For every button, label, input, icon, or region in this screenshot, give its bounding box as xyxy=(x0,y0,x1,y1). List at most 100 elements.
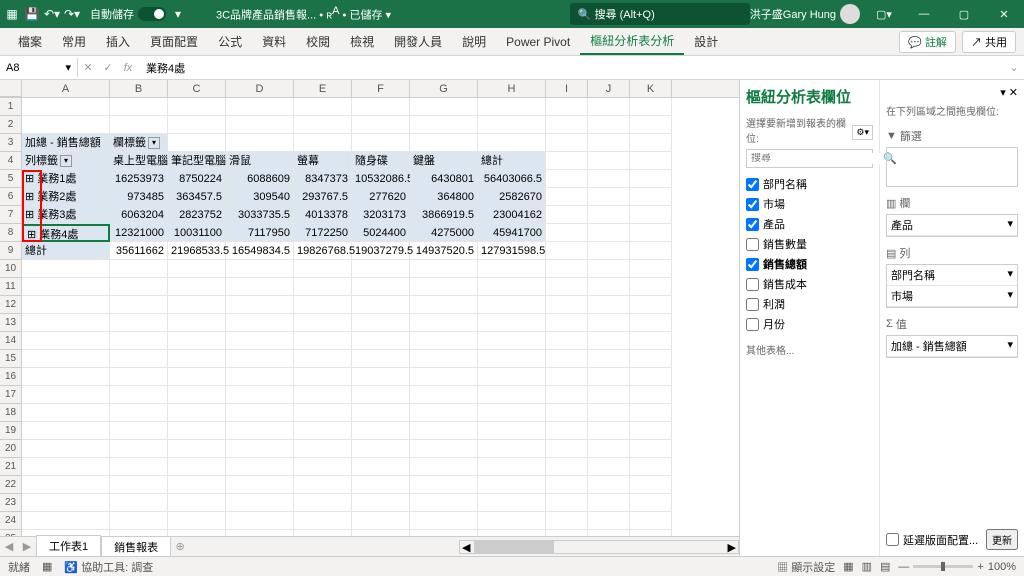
cell[interactable] xyxy=(226,404,294,422)
cell[interactable] xyxy=(630,224,672,242)
cell[interactable] xyxy=(630,512,672,530)
cell[interactable] xyxy=(588,206,630,224)
tab-home[interactable]: 常用 xyxy=(52,29,96,54)
cell[interactable]: 4013378 xyxy=(294,206,352,224)
cell[interactable] xyxy=(630,332,672,350)
cell[interactable] xyxy=(478,512,546,530)
cell[interactable] xyxy=(352,98,410,116)
cell[interactable] xyxy=(630,386,672,404)
cell[interactable] xyxy=(546,332,588,350)
cell[interactable] xyxy=(226,368,294,386)
cell[interactable] xyxy=(168,494,226,512)
cell[interactable] xyxy=(110,260,168,278)
cell[interactable] xyxy=(546,494,588,512)
cell[interactable] xyxy=(478,296,546,314)
cell[interactable] xyxy=(352,278,410,296)
cell[interactable] xyxy=(478,278,546,296)
cell[interactable]: 8347373 xyxy=(294,170,352,188)
cell[interactable] xyxy=(630,206,672,224)
cell[interactable] xyxy=(410,116,478,134)
cell[interactable] xyxy=(352,350,410,368)
cell[interactable] xyxy=(22,116,110,134)
undo-icon[interactable]: ↶▾ xyxy=(44,6,60,22)
cell[interactable] xyxy=(410,386,478,404)
cell[interactable] xyxy=(478,260,546,278)
cell[interactable] xyxy=(294,134,352,152)
cell[interactable]: 7117950 xyxy=(226,224,294,242)
view-normal-icon[interactable]: ▦ xyxy=(843,560,853,573)
cell[interactable] xyxy=(110,278,168,296)
cell[interactable] xyxy=(352,512,410,530)
cell[interactable] xyxy=(588,242,630,260)
cell[interactable] xyxy=(630,170,672,188)
tab-pivot-analyze[interactable]: 樞紐分析表分析 xyxy=(580,28,684,55)
cell[interactable]: 7172250 xyxy=(294,224,352,242)
tab-formulas[interactable]: 公式 xyxy=(208,29,252,54)
row-header[interactable]: 1 xyxy=(0,98,22,116)
cell[interactable] xyxy=(226,476,294,494)
cell[interactable]: 14937520.5 xyxy=(410,242,478,260)
cell[interactable] xyxy=(352,368,410,386)
cell[interactable] xyxy=(294,386,352,404)
cell[interactable] xyxy=(478,440,546,458)
cell[interactable] xyxy=(588,332,630,350)
values-area[interactable]: 加總 - 銷售總額▾ xyxy=(886,335,1018,358)
cell[interactable] xyxy=(410,404,478,422)
cell[interactable] xyxy=(226,116,294,134)
cell[interactable] xyxy=(630,440,672,458)
cell[interactable]: ⊞ 業務2處 xyxy=(22,188,110,206)
cell[interactable] xyxy=(22,404,110,422)
col-F[interactable]: F xyxy=(352,80,410,97)
field-checkbox[interactable] xyxy=(746,198,759,211)
field-item[interactable]: 銷售數量 xyxy=(746,234,873,254)
cell[interactable]: 4275000 xyxy=(410,224,478,242)
enter-formula-icon[interactable]: ✓ xyxy=(98,61,118,74)
cell[interactable]: 35611662 xyxy=(110,242,168,260)
cell[interactable]: 6063204 xyxy=(110,206,168,224)
cell[interactable] xyxy=(588,404,630,422)
cell[interactable] xyxy=(478,314,546,332)
row-header[interactable]: 19 xyxy=(0,422,22,440)
field-checkbox[interactable] xyxy=(746,178,759,191)
ribbon-mode-icon[interactable]: ▢▾ xyxy=(868,0,900,28)
cell[interactable] xyxy=(478,368,546,386)
row-header[interactable]: 21 xyxy=(0,458,22,476)
accessibility-status[interactable]: ♿ 協助工具: 調查 xyxy=(64,559,153,575)
cell[interactable] xyxy=(546,296,588,314)
cell[interactable]: 總計 xyxy=(22,242,110,260)
cell[interactable] xyxy=(22,98,110,116)
row-header[interactable]: 16 xyxy=(0,368,22,386)
cell[interactable] xyxy=(588,494,630,512)
cell[interactable] xyxy=(294,98,352,116)
cell[interactable]: 973485 xyxy=(110,188,168,206)
cancel-formula-icon[interactable]: ✕ xyxy=(78,61,98,74)
cell[interactable] xyxy=(352,134,410,152)
cell[interactable] xyxy=(546,440,588,458)
row-header[interactable]: 6 xyxy=(0,188,22,206)
field-item[interactable]: 月份 xyxy=(746,314,873,334)
cell[interactable] xyxy=(546,422,588,440)
cell[interactable] xyxy=(294,332,352,350)
select-all[interactable] xyxy=(0,80,22,97)
cell[interactable] xyxy=(22,260,110,278)
cell[interactable]: 筆記型電腦 xyxy=(168,152,226,170)
cell[interactable] xyxy=(294,476,352,494)
view-pagebreak-icon[interactable]: ▤ xyxy=(880,560,890,573)
cell[interactable] xyxy=(588,134,630,152)
cell[interactable] xyxy=(168,332,226,350)
cell[interactable] xyxy=(630,494,672,512)
cell[interactable] xyxy=(630,116,672,134)
tab-nav-next-icon[interactable]: ▶ xyxy=(18,540,36,553)
cell[interactable]: 19826768.5 xyxy=(294,242,352,260)
search-box[interactable]: 🔍 搜尋 (Alt+Q) xyxy=(570,3,750,25)
cell[interactable]: ⊞ 業務1處 xyxy=(22,170,110,188)
cell[interactable] xyxy=(352,476,410,494)
cell[interactable] xyxy=(168,440,226,458)
cell[interactable]: ⊞ 業務3處 xyxy=(22,206,110,224)
col-E[interactable]: E xyxy=(294,80,352,97)
cell[interactable] xyxy=(588,188,630,206)
cell[interactable] xyxy=(630,134,672,152)
cell[interactable] xyxy=(630,350,672,368)
cell[interactable] xyxy=(478,458,546,476)
tab-view[interactable]: 檢視 xyxy=(340,29,384,54)
